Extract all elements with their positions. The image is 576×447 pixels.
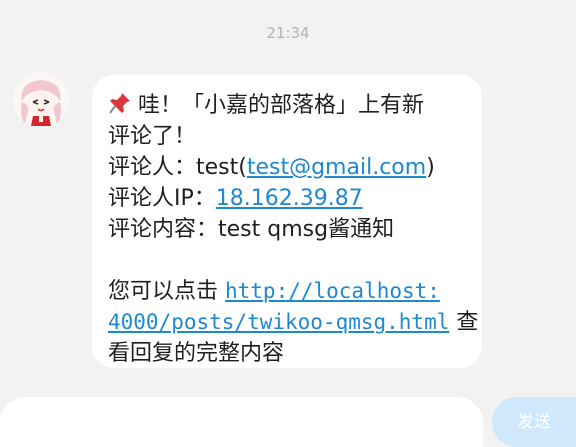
commenter-close: ): [426, 155, 435, 180]
content-line: 评论内容：test qmsg酱通知: [108, 217, 395, 242]
timestamp: 21:34: [266, 24, 310, 42]
commenter-email-link[interactable]: test@gmail.com: [247, 155, 426, 180]
send-button[interactable]: 发送: [492, 397, 576, 447]
view-line-3: 看回复的完整内容: [108, 341, 285, 366]
pushpin-icon: [108, 91, 132, 115]
avatar[interactable]: [13, 72, 69, 128]
message-text[interactable]: 哇！「小嘉的部落格」上有新 评论了！ 评论人：test(test@gmail.c…: [108, 90, 478, 369]
message-input[interactable]: [0, 397, 483, 447]
message-line-1: 哇！「小嘉的部落格」上有新: [138, 93, 425, 118]
post-link-part-2[interactable]: 4000/posts/twikoo-qmsg.html: [108, 310, 449, 334]
post-link-part-1[interactable]: http://localhost:: [225, 279, 440, 303]
view-suffix: 查: [449, 310, 479, 335]
view-prefix: 您可以点击: [108, 279, 225, 304]
avatar-image: [13, 72, 69, 128]
commenter-label: 评论人：test(: [108, 155, 247, 180]
ip-link[interactable]: 18.162.39.87: [216, 186, 363, 211]
ip-label: 评论人IP：: [108, 186, 216, 211]
message-line-2: 评论了！: [108, 124, 197, 149]
